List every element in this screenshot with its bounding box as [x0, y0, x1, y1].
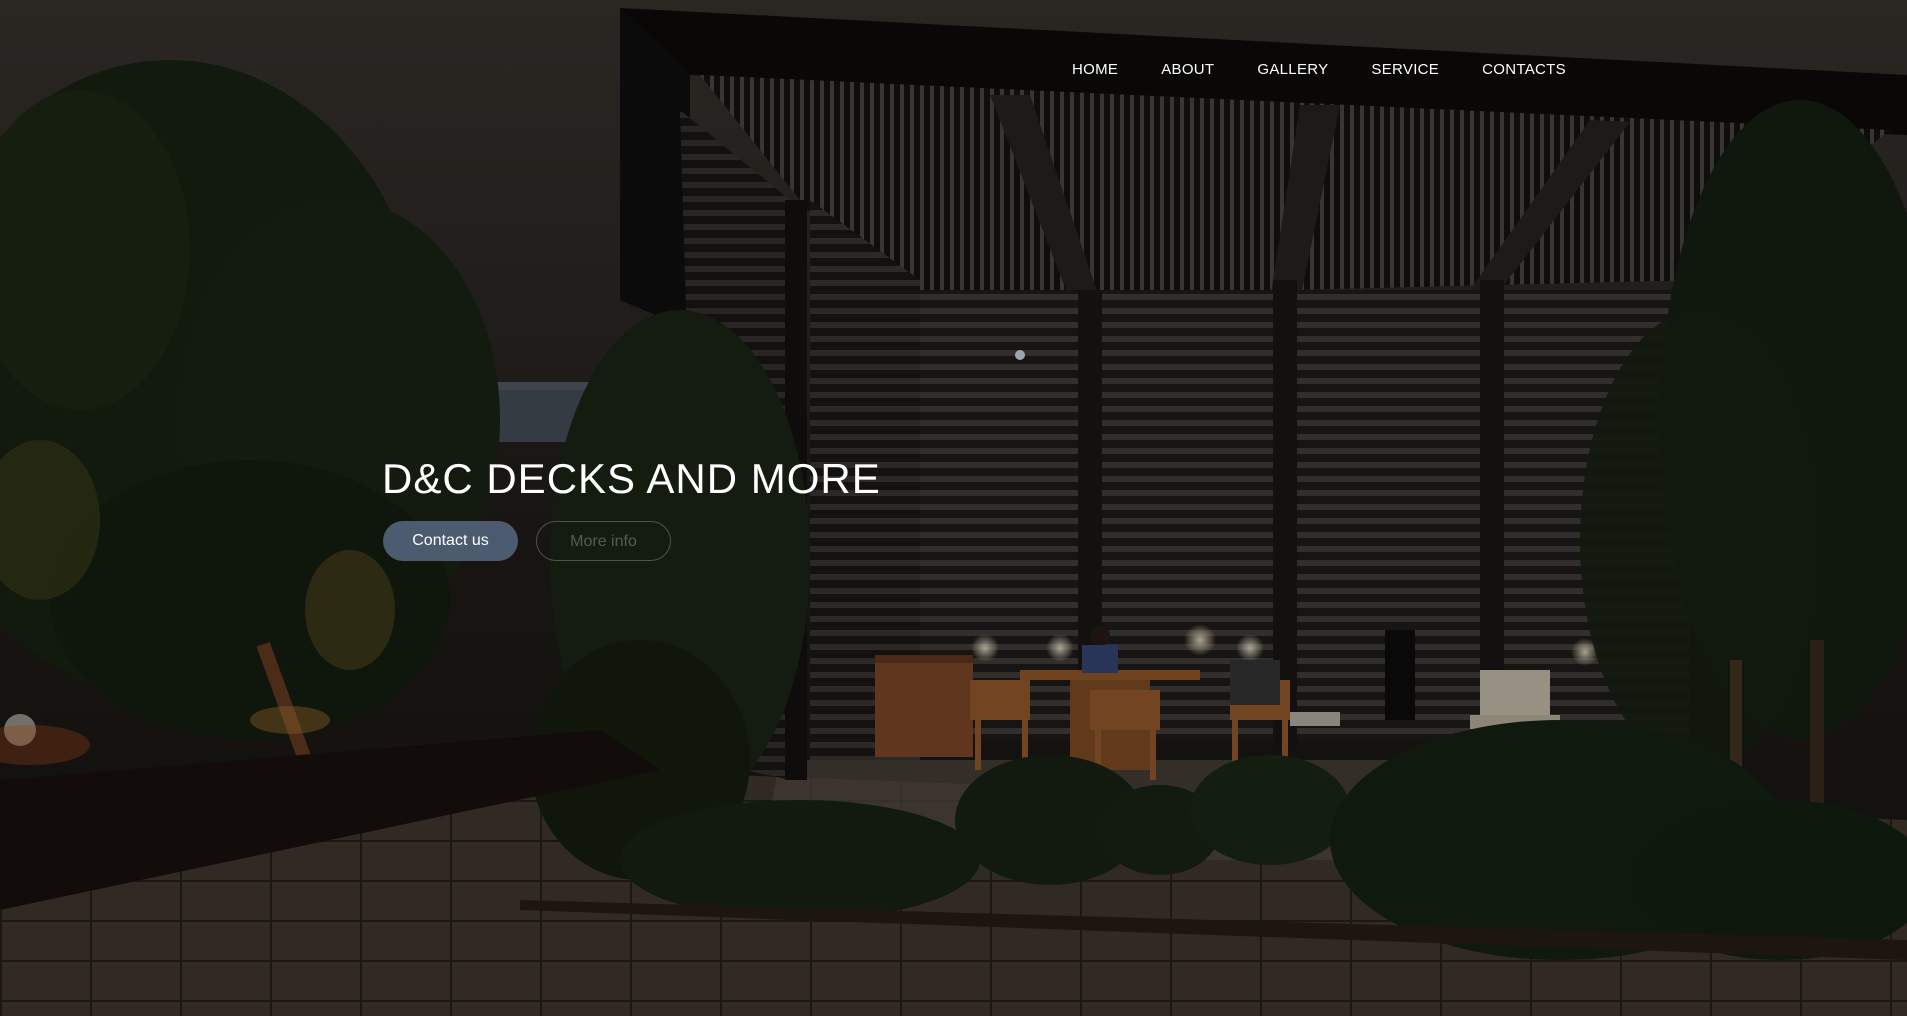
main-nav: HOME ABOUT GALLERY SERVICE CONTACTS — [1072, 58, 1566, 82]
hero-cta-group: Contact us More info — [383, 521, 671, 561]
nav-home-link[interactable]: HOME — [1072, 58, 1118, 82]
more-info-button[interactable]: More info — [536, 521, 671, 561]
contact-us-button[interactable]: Contact us — [383, 521, 518, 561]
hero-section: HOME ABOUT GALLERY SERVICE CONTACTS D&C … — [0, 0, 1907, 1016]
nav-about-link[interactable]: ABOUT — [1161, 58, 1214, 82]
hero-title: D&C DECKS AND MORE — [382, 455, 881, 502]
nav-service-link[interactable]: SERVICE — [1371, 58, 1439, 82]
hero-background-image — [0, 0, 1907, 1016]
nav-gallery-link[interactable]: GALLERY — [1257, 58, 1328, 82]
nav-contacts-link[interactable]: CONTACTS — [1482, 58, 1566, 82]
